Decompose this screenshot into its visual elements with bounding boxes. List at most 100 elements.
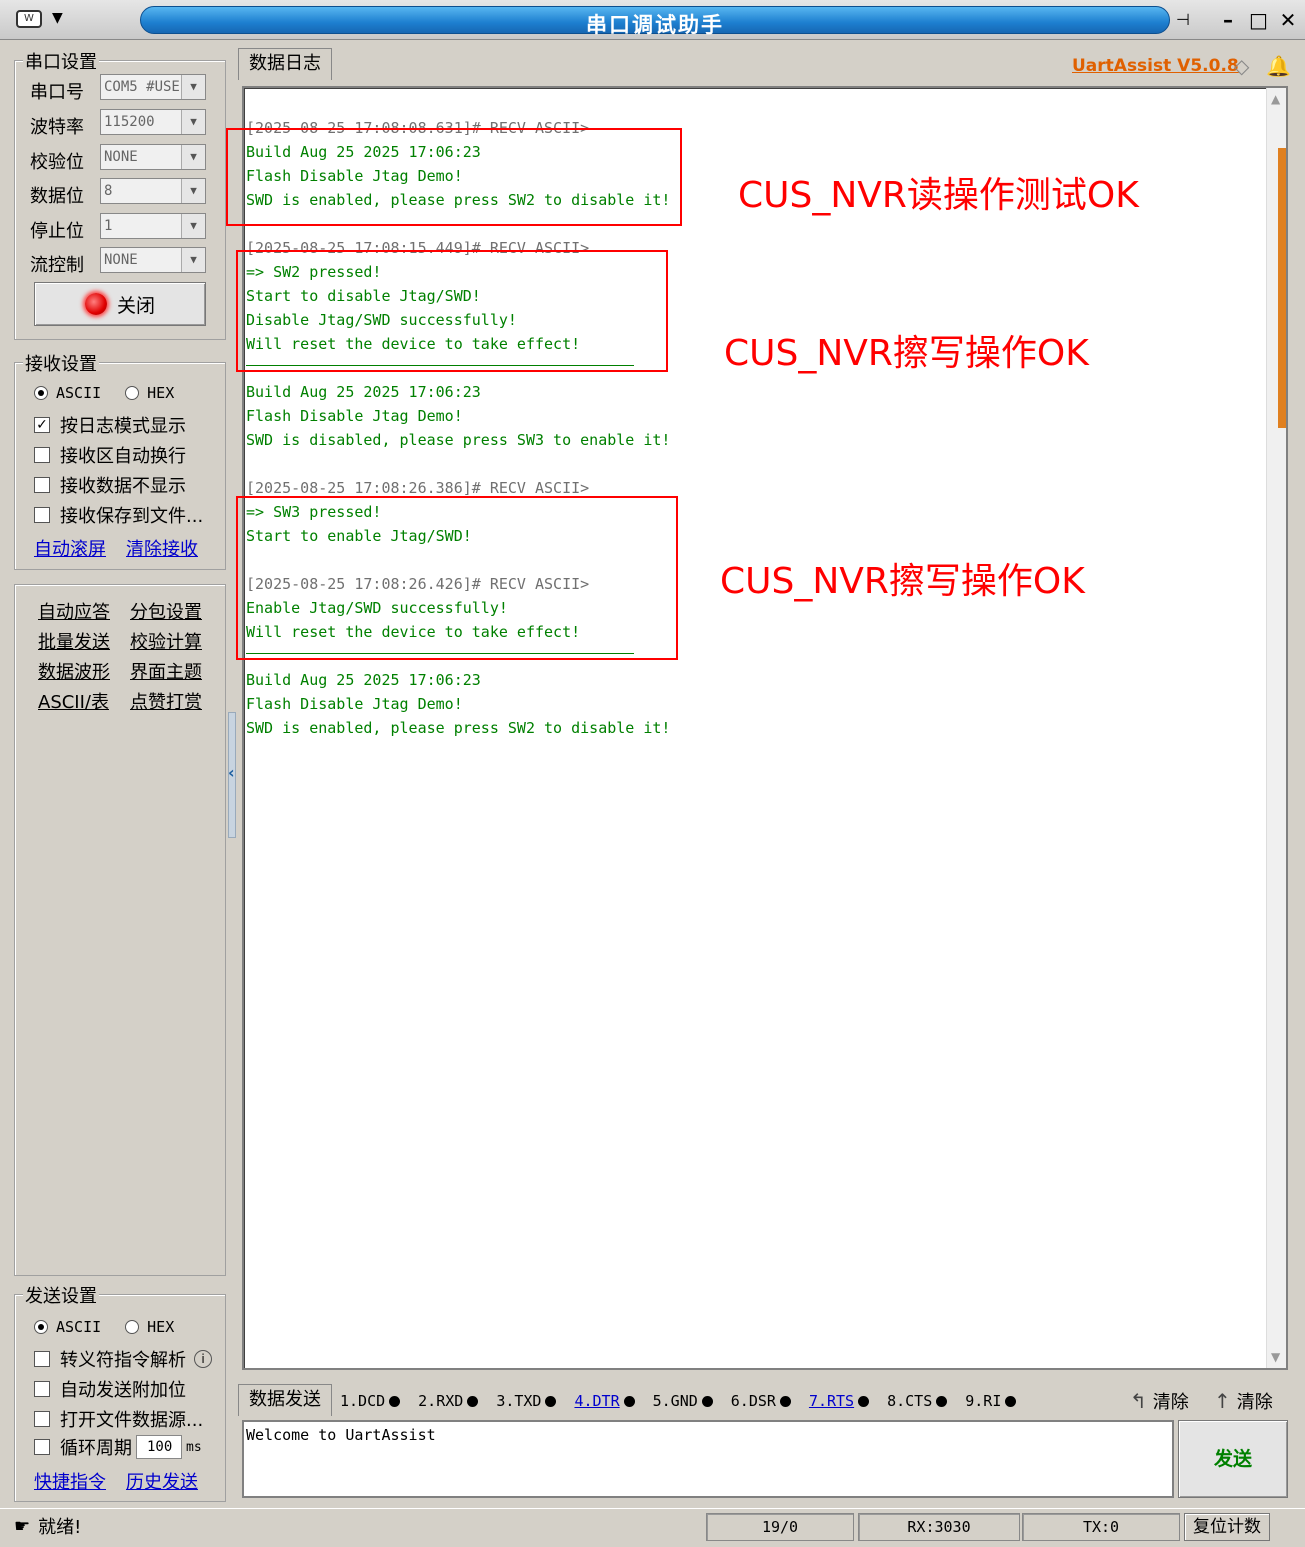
append-checksum-label: 自动发送附加位 [60, 1380, 186, 1401]
pin-icon[interactable]: ⊣ [1176, 10, 1190, 29]
log-line: SWD is disabled, please press SW3 to ena… [246, 431, 671, 449]
pin-3: 3.TXD [496, 1392, 557, 1410]
status-count: 19/0 [706, 1513, 854, 1541]
hide-data-label: 接收数据不显示 [60, 476, 186, 497]
recv-ascii-radio[interactable] [34, 386, 48, 400]
flow-label: 流控制 [30, 255, 84, 276]
tool-batch-send[interactable]: 批量发送 [38, 628, 110, 654]
send-textarea[interactable]: Welcome to UartAssist [242, 1420, 1174, 1498]
maximize-button[interactable]: □ [1249, 8, 1268, 32]
clear-receive-button[interactable]: ↰ 清除 [1130, 1388, 1189, 1414]
clear-send-button[interactable]: ↑ 清除 [1214, 1388, 1273, 1414]
hide-data-checkbox[interactable] [34, 477, 50, 493]
annotation-box-1 [226, 128, 682, 226]
pin-label: 6.DSR [730, 1392, 776, 1410]
chevron-down-icon[interactable]: ▼ [181, 75, 205, 99]
tool-theme[interactable]: 界面主题 [130, 658, 202, 684]
annotation-text-1: CUS_NVR读操作测试OK [738, 175, 1139, 216]
send-button[interactable]: 发送 [1178, 1420, 1288, 1498]
pin-5: 5.GND [653, 1392, 713, 1410]
diamond-icon[interactable]: ◇ [1234, 54, 1249, 78]
chevron-down-icon[interactable]: ▼ [181, 179, 205, 203]
pin-6: 6.DSR [731, 1392, 791, 1410]
annotation-box-3 [236, 496, 678, 660]
databits-label: 数据位 [30, 186, 84, 207]
status-rx: RX:3030 [858, 1513, 1020, 1541]
window-title: 串口调试助手 [586, 13, 724, 37]
panel-collapse-handle[interactable]: ‹ [228, 712, 236, 838]
baud-label: 波特率 [30, 117, 84, 138]
stopbits-label: 停止位 [30, 221, 84, 242]
pin-1: 1.DCD [340, 1392, 401, 1410]
open-close-port-button[interactable]: 关闭 [34, 282, 206, 326]
append-checksum-checkbox[interactable] [34, 1381, 50, 1397]
shortcut-commands-link[interactable]: 快捷指令 [34, 1468, 106, 1494]
databits-select[interactable]: 8 ▼ [100, 178, 206, 204]
pin-2: 2.RXD [418, 1392, 479, 1410]
recv-hex-radio[interactable] [125, 386, 140, 400]
reset-count-button[interactable]: 复位计数 [1184, 1513, 1270, 1541]
clear-receive-link[interactable]: 清除接收 [126, 535, 198, 561]
info-icon[interactable]: i [194, 1350, 212, 1368]
cycle-checkbox[interactable] [34, 1439, 50, 1455]
tool-donate[interactable]: 点赞打赏 [130, 688, 202, 714]
close-button[interactable]: ✕ [1279, 8, 1297, 32]
annotation-text-2: CUS_NVR擦写操作OK [724, 333, 1089, 374]
chevron-down-icon[interactable]: ▼ [181, 110, 205, 134]
send-settings-title: 发送设置 [23, 1282, 99, 1308]
parity-select[interactable]: NONE ▼ [100, 144, 206, 170]
title-capsule: 串口调试助手 [140, 6, 1170, 37]
tool-waveform[interactable]: 数据波形 [38, 658, 110, 684]
title-bar: W ▼ 串口调试助手 ⊣ – □ ✕ [0, 0, 1305, 40]
scroll-down-icon[interactable]: ▼ [1271, 1350, 1280, 1364]
chevron-down-icon[interactable]: ▼ [181, 214, 205, 238]
parity-label: 校验位 [30, 152, 84, 173]
tab-data-send[interactable]: 数据发送 [238, 1384, 332, 1416]
minimize-button[interactable]: – [1219, 8, 1237, 32]
pin-9: 9.RI [965, 1392, 1017, 1410]
auto-wrap-checkbox[interactable] [34, 447, 50, 463]
auto-scroll-link[interactable]: 自动滚屏 [34, 535, 106, 561]
tool-ascii-table[interactable]: ASCII/表 [38, 688, 109, 714]
tool-auto-reply[interactable]: 自动应答 [38, 598, 110, 624]
log-line: Flash Disable Jtag Demo! [246, 407, 463, 425]
send-ascii-radio[interactable] [34, 1320, 48, 1334]
log-scrollbar[interactable]: ▲ ▼ [1266, 88, 1286, 1368]
cycle-period-input[interactable]: 100 [136, 1435, 182, 1459]
tab-data-log[interactable]: 数据日志 [238, 48, 332, 80]
send-hex-radio[interactable] [125, 1320, 140, 1334]
stopbits-select[interactable]: 1 ▼ [100, 213, 206, 239]
save-to-file-label: 接收保存到文件... [60, 506, 204, 527]
scroll-up-icon[interactable]: ▲ [1271, 92, 1280, 106]
flow-select[interactable]: NONE ▼ [100, 247, 206, 273]
app-icon[interactable]: W [16, 10, 42, 28]
pin-status-dot-icon [1005, 1395, 1017, 1407]
port-select[interactable]: COM5 #USE ▼ [100, 74, 206, 100]
pin-4[interactable]: 4.DTR [574, 1392, 635, 1410]
pin-8: 8.CTS [887, 1392, 948, 1410]
file-source-checkbox[interactable] [34, 1411, 50, 1427]
recv-hex-label: HEX [147, 384, 175, 402]
pin-status-dot-icon [779, 1395, 791, 1407]
chevron-down-icon[interactable]: ▼ [181, 248, 205, 272]
save-to-file-checkbox[interactable] [34, 507, 50, 523]
log-line: Build Aug 25 2025 17:06:23 [246, 671, 481, 689]
system-menu-arrow-icon[interactable]: ▼ [52, 10, 63, 26]
pin-label: 3.TXD [496, 1392, 542, 1410]
bell-icon[interactable]: 🔔 [1266, 54, 1291, 78]
baud-select[interactable]: 115200 ▼ [100, 109, 206, 135]
tool-packet-settings[interactable]: 分包设置 [130, 598, 202, 624]
scroll-thumb[interactable] [1278, 148, 1286, 428]
escape-parse-checkbox[interactable] [34, 1351, 50, 1367]
clear-arrow-icon: ↑ [1214, 1389, 1231, 1413]
log-mode-checkbox[interactable]: ✓ [34, 417, 50, 433]
pin-label: 2.RXD [418, 1392, 464, 1410]
status-bar: ☛ 就绪! 19/0 RX:3030 TX:0 复位计数 [0, 1508, 1305, 1547]
tool-checksum[interactable]: 校验计算 [130, 628, 202, 654]
version-link[interactable]: UartAssist V5.0.8 [1072, 56, 1239, 76]
serial-settings-title: 串口设置 [23, 48, 99, 74]
history-send-link[interactable]: 历史发送 [126, 1468, 198, 1494]
pin-7[interactable]: 7.RTS [809, 1392, 870, 1410]
chevron-down-icon[interactable]: ▼ [181, 145, 205, 169]
